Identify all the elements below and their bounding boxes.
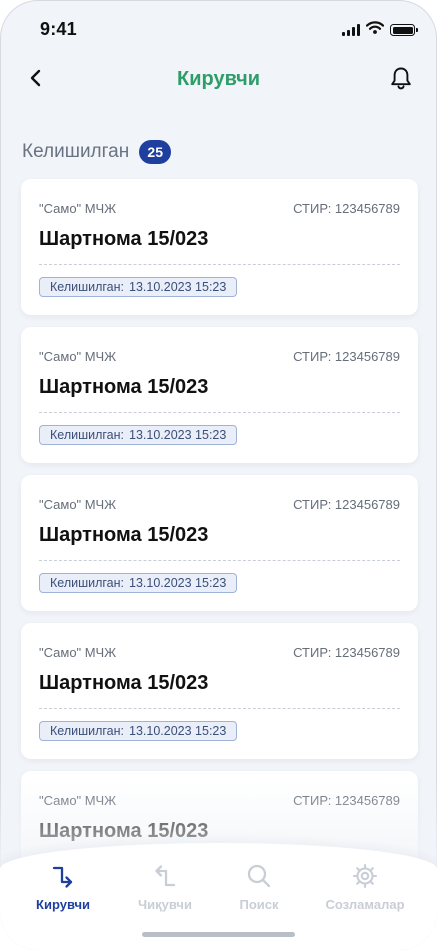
document-title: Шартнома 15/023 [39,672,209,694]
tab-label: Созламалар [325,897,405,912]
status-time: 9:41 [40,19,77,39]
org-name: "Само" МЧЖ [39,497,117,512]
divider [39,560,400,561]
tax-id: СТИР: 123456789 [293,497,400,512]
tab-search[interactable]: Поиск [209,863,309,912]
document-title: Шартнома 15/023 [39,228,209,250]
page-title: Кирувчи [176,68,261,90]
tab-label: Чиқувчи [138,897,192,912]
wifi-icon [365,21,385,39]
document-card[interactable]: "Само" МЧЖ СТИР: 123456789 Шартнома 15/023… [21,327,418,463]
status-label: Келишилган: [50,576,125,590]
document-title: Шартнома 15/023 [39,524,209,546]
tab-label: Поиск [239,897,279,912]
status-label: Келишилган: [50,724,125,738]
document-card[interactable]: "Само" МЧЖ СТИР: 123456789 Шартнома 15/023… [21,623,418,759]
status-label: Келишилган: [50,428,125,442]
status-badge: Келишилган: 13.10.2023 15:23 [39,573,238,593]
incoming-arrow-icon [49,862,77,895]
status-date: 13.10.2023 15:23 [129,724,227,738]
signal-icon [342,24,360,36]
org-name: "Само" МЧЖ [39,349,117,364]
section-title: Келишилган [22,141,130,162]
document-card[interactable]: "Само" МЧЖ СТИР: 123456789 Шартнома 15/023… [21,475,418,611]
tax-id: СТИР: 123456789 [293,793,400,808]
org-name: "Само" МЧЖ [39,201,117,216]
header: Кирувчи [0,58,437,102]
tax-id: СТИР: 123456789 [293,349,400,364]
status-badge: Келишилган: 13.10.2023 15:23 [39,721,238,741]
status-date: 13.10.2023 15:23 [129,428,227,442]
gear-icon [351,862,379,895]
search-icon [245,862,273,895]
tab-outgoing[interactable]: Чиқувчи [115,863,215,912]
status-label: Келишилган: [50,280,125,294]
home-indicator [142,932,295,937]
divider [39,412,400,413]
count-badge: 25 [139,140,172,164]
phone-screen: 9:41 Кирувчи Келишилган 25 "Само" МЧЖ СТ… [0,0,437,950]
divider [39,264,400,265]
status-icons [342,21,418,39]
section-header: Келишилган 25 [22,140,172,164]
tax-id: СТИР: 123456789 [293,201,400,216]
battery-icon [390,24,418,36]
bell-icon [390,66,412,95]
outgoing-arrow-icon [151,862,179,895]
status-date: 13.10.2023 15:23 [129,576,227,590]
tab-incoming[interactable]: Кирувчи [13,863,113,912]
org-name: "Само" МЧЖ [39,645,117,660]
document-title: Шартнома 15/023 [39,820,209,842]
status-date: 13.10.2023 15:23 [129,280,227,294]
document-card[interactable]: "Само" МЧЖ СТИР: 123456789 Шартнома 15/023… [21,179,418,315]
document-title: Шартнома 15/023 [39,376,209,398]
notifications-button[interactable] [387,66,415,94]
document-list: "Само" МЧЖ СТИР: 123456789 Шартнома 15/023… [21,179,418,919]
tax-id: СТИР: 123456789 [293,645,400,660]
status-badge: Келишилган: 13.10.2023 15:23 [39,425,238,445]
org-name: "Само" МЧЖ [39,793,117,808]
tab-label: Кирувчи [36,897,90,912]
status-bar: 9:41 [0,0,437,58]
tab-settings[interactable]: Созламалар [315,863,415,912]
status-badge: Келишилган: 13.10.2023 15:23 [39,277,238,297]
divider [39,708,400,709]
